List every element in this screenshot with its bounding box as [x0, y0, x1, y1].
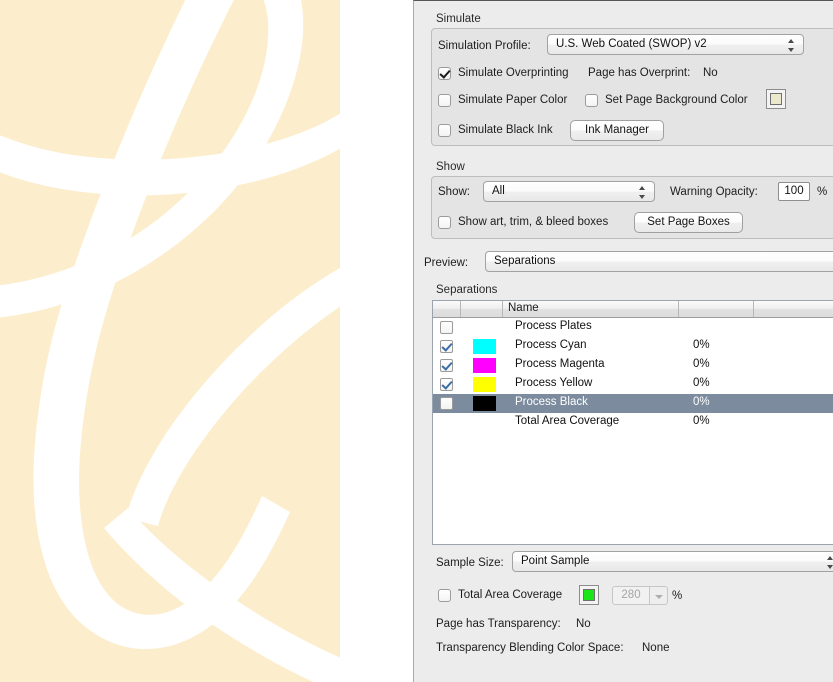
show-value: All [492, 185, 505, 197]
separation-row[interactable]: Process Yellow 0% [433, 375, 833, 394]
separation-color-swatch [473, 358, 496, 373]
preview-value: Separations [494, 255, 556, 267]
total-area-coverage-color-well[interactable] [579, 585, 599, 605]
sample-size-label: Sample Size: [436, 557, 504, 569]
separation-name: Process Plates [515, 320, 592, 332]
separation-row[interactable]: Process Black 0% [433, 394, 833, 413]
output-preview-panel: Simulate Simulation Profile: U.S. Web Co… [413, 0, 833, 682]
separation-color-swatch [473, 339, 496, 354]
separation-name: Total Area Coverage [515, 415, 620, 427]
total-area-coverage-input[interactable]: 280 [612, 586, 650, 605]
ink-manager-button[interactable]: Ink Manager [570, 120, 664, 141]
column-divider[interactable] [753, 301, 754, 317]
separation-name: Process Cyan [515, 339, 587, 351]
simulation-profile-dropdown[interactable]: U.S. Web Coated (SWOP) v2 [547, 34, 804, 55]
warning-opacity-input[interactable]: 100 [778, 182, 810, 201]
total-area-coverage-label: Total Area Coverage [458, 589, 563, 601]
set-page-boxes-button[interactable]: Set Page Boxes [634, 212, 743, 233]
script-letter-l-glyph [0, 0, 340, 682]
separation-color-swatch [473, 377, 496, 392]
show-group-title: Show [436, 161, 465, 173]
chevron-updown-icon [787, 39, 796, 52]
separation-ink-value: 0% [693, 396, 710, 408]
blending-color-space-label: Transparency Blending Color Space: [436, 642, 624, 654]
separation-name: Process Black [515, 396, 588, 408]
separations-list-body: Process Plates Process Cyan 0% Process Mage… [433, 318, 833, 432]
chevron-updown-icon [826, 556, 833, 569]
separation-ink-value: 0% [693, 339, 710, 351]
document-page-preview[interactable] [0, 0, 340, 682]
set-page-background-color-label: Set Page Background Color [605, 94, 748, 106]
separation-ink-value: 0% [693, 415, 710, 427]
preview-label: Preview: [424, 257, 469, 269]
separation-visibility-checkbox[interactable] [440, 359, 453, 372]
page-background-color-chip [770, 93, 782, 105]
simulation-profile-label: Simulation Profile: [438, 40, 531, 52]
separation-row[interactable]: Process Plates [433, 318, 833, 337]
show-boxes-label: Show art, trim, & bleed boxes [458, 216, 609, 228]
preview-dropdown[interactable]: Separations [485, 251, 833, 272]
page-has-overprint-label: Page has Overprint: [588, 67, 691, 79]
total-area-coverage-unit: % [672, 590, 683, 602]
chevron-updown-icon [638, 186, 647, 199]
simulation-profile-value: U.S. Web Coated (SWOP) v2 [556, 38, 707, 50]
column-divider[interactable] [678, 301, 679, 317]
simulate-group-title: Simulate [436, 13, 481, 25]
warning-opacity-label: Warning Opacity: [670, 186, 758, 198]
simulate-black-ink-label: Simulate Black Ink [458, 124, 553, 136]
separation-name: Process Magenta [515, 358, 605, 370]
simulate-overprinting-checkbox[interactable] [438, 67, 451, 80]
simulate-paper-color-label: Simulate Paper Color [458, 94, 568, 106]
separation-visibility-checkbox[interactable] [440, 397, 453, 410]
column-divider[interactable] [502, 301, 503, 317]
canvas-gutter [340, 0, 413, 682]
page-has-transparency-label: Page has Transparency: [436, 618, 561, 630]
page-has-transparency-value: No [576, 618, 591, 630]
show-label: Show: [438, 186, 470, 198]
separations-list[interactable]: Name Process Plates Process Cyan 0% Process… [432, 300, 833, 545]
simulate-overprinting-label: Simulate Overprinting [458, 67, 569, 79]
separation-ink-value: 0% [693, 358, 710, 370]
show-dropdown[interactable]: All [483, 181, 655, 202]
blending-color-space-value: None [642, 642, 670, 654]
show-boxes-checkbox[interactable] [438, 216, 451, 229]
separation-ink-value: 0% [693, 377, 710, 389]
simulate-paper-color-checkbox[interactable] [438, 94, 451, 107]
screen: Simulate Simulation Profile: U.S. Web Co… [0, 0, 833, 682]
separation-row[interactable]: Process Magenta 0% [433, 356, 833, 375]
separations-group-title: Separations [436, 284, 498, 296]
separations-list-header: Name [433, 301, 833, 318]
total-area-coverage-dropdown-arrow[interactable] [650, 586, 668, 605]
separation-name: Process Yellow [515, 377, 593, 389]
separation-visibility-checkbox[interactable] [440, 321, 453, 334]
separation-visibility-checkbox[interactable] [440, 378, 453, 391]
total-area-coverage-color-chip [583, 589, 595, 601]
sample-size-dropdown[interactable]: Point Sample [512, 551, 833, 572]
warning-opacity-unit: % [817, 186, 828, 198]
simulate-black-ink-checkbox[interactable] [438, 124, 451, 137]
separation-row[interactable]: Process Cyan 0% [433, 337, 833, 356]
separation-visibility-checkbox[interactable] [440, 340, 453, 353]
column-divider[interactable] [460, 301, 461, 317]
separation-row[interactable]: Total Area Coverage 0% [433, 413, 833, 432]
separation-color-swatch [473, 396, 496, 411]
set-page-background-color-checkbox[interactable] [585, 94, 598, 107]
page-has-overprint-value: No [703, 67, 718, 79]
column-header-name[interactable]: Name [508, 302, 539, 314]
page-background-color-well[interactable] [766, 89, 786, 109]
total-area-coverage-checkbox[interactable] [438, 589, 451, 602]
sample-size-value: Point Sample [521, 555, 590, 567]
